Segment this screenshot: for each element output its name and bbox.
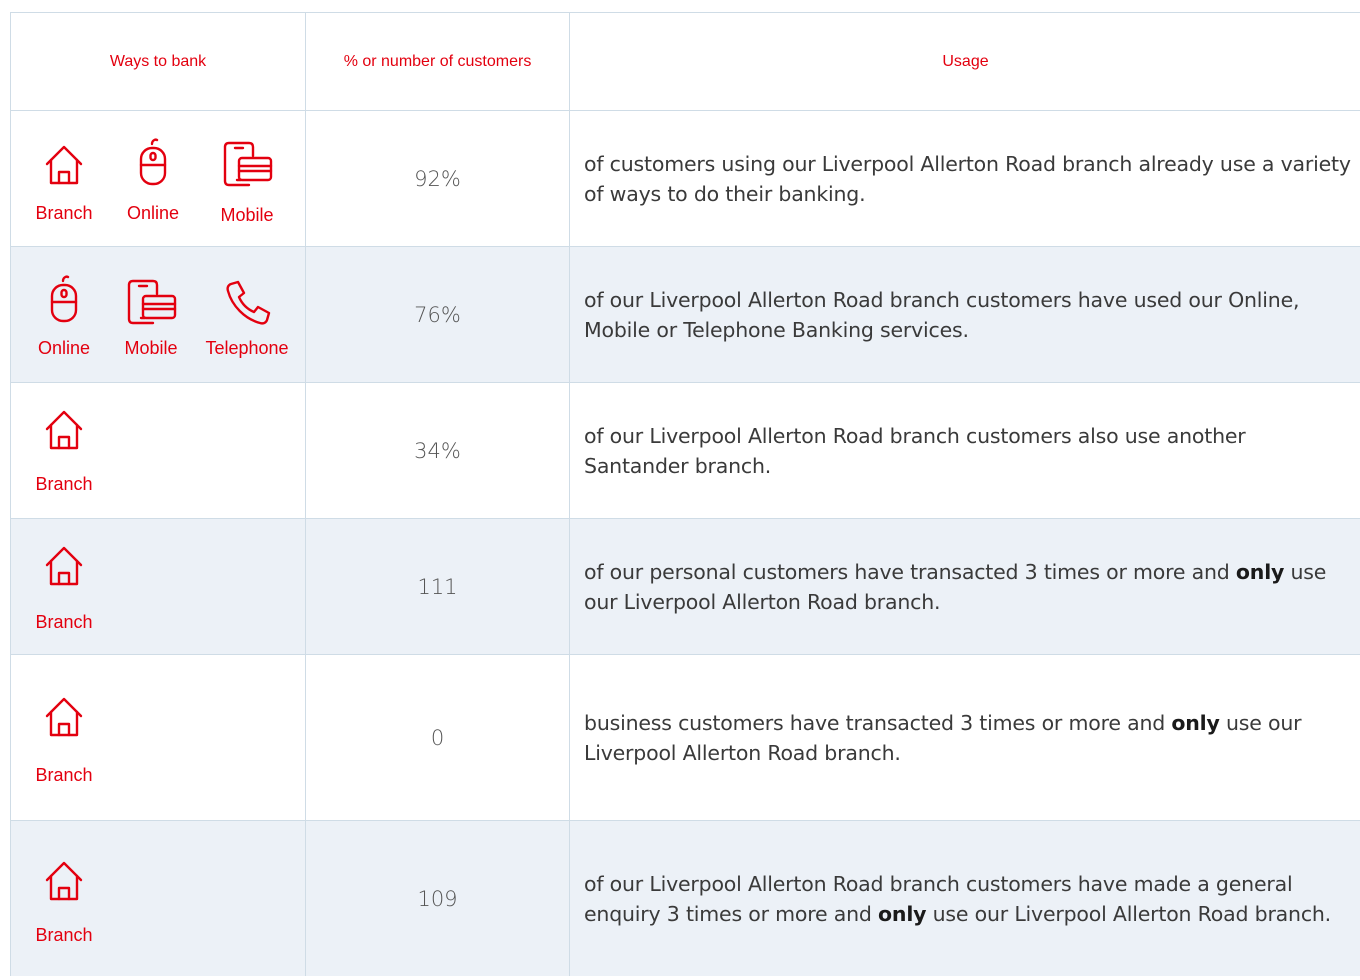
branch-item: Branch: [35, 695, 93, 785]
table-header-row: Ways to bank % or number of customers Us…: [11, 13, 1360, 111]
customer-value: 0: [430, 725, 445, 750]
customer-value: 111: [417, 574, 458, 599]
branch-icon: [45, 410, 83, 450]
telephone-label: Telephone: [205, 338, 289, 358]
table-row: Branch Online Mobile 92% of customers us…: [11, 111, 1360, 247]
online-item: Online: [38, 275, 90, 358]
mobile-label: Mobile: [124, 338, 178, 358]
customer-value: 34%: [414, 438, 461, 463]
emphasis-only: only: [878, 901, 927, 926]
table-row: Online Mobile Telephone 76% of our Liver…: [11, 247, 1360, 383]
branch-label: Branch: [35, 474, 93, 494]
online-item: Online: [127, 138, 179, 223]
online-label: Online: [126, 203, 180, 223]
mobile-item: Mobile: [219, 141, 275, 225]
branch-item: Branch: [35, 544, 93, 632]
icon-group: Branch: [11, 821, 305, 976]
customer-value: 109: [417, 886, 458, 911]
icon-group: Branch Online Mobile: [11, 111, 305, 246]
emphasis-only: only: [1235, 559, 1285, 584]
branch-icon: [45, 145, 83, 185]
branch-label: Branch: [35, 765, 93, 785]
customer-value: 92%: [414, 166, 461, 191]
telephone-item: Telephone: [205, 280, 289, 358]
icon-group: Branch: [11, 655, 305, 820]
online-mouse-icon: [139, 138, 167, 186]
telephone-icon: [226, 280, 271, 325]
usage-text: of our Liverpool Allerton Road branch cu…: [584, 871, 1332, 926]
branch-label: Branch: [35, 925, 93, 945]
mobile-card-icon: [223, 141, 273, 187]
online-mouse-icon: [50, 275, 78, 323]
usage-text: of customers using our Liverpool Allerto…: [584, 151, 1351, 206]
usage-text: business customers have transacted 3 tim…: [584, 710, 1302, 765]
customer-value: 76%: [414, 302, 461, 327]
table-row: Branch 0 business customers have transac…: [11, 655, 1360, 821]
branch-label: Branch: [35, 612, 93, 632]
mobile-card-icon: [127, 279, 177, 325]
mobile-item: Mobile: [123, 279, 179, 358]
branch-icon: [45, 546, 83, 586]
branch-item: Branch: [35, 143, 93, 223]
icon-group: Branch: [11, 383, 305, 518]
online-label: Online: [37, 338, 91, 358]
icon-group: Branch: [11, 519, 305, 654]
icon-group: Online Mobile Telephone: [11, 247, 305, 382]
usage-text: of our Liverpool Allerton Road branch cu…: [584, 287, 1300, 342]
ways-to-bank-table: Ways to bank % or number of customers Us…: [10, 12, 1360, 976]
header-usage: Usage: [942, 52, 989, 70]
emphasis-only: only: [1171, 710, 1220, 735]
header-ways-to-bank: Ways to bank: [11, 13, 306, 110]
branch-label: Branch: [35, 203, 93, 223]
branch-icon: [45, 861, 83, 901]
table-row: Branch 111 of our personal customers hav…: [11, 519, 1360, 655]
usage-text: of our personal customers have transacte…: [584, 559, 1327, 614]
header-percent-or-number: % or number of customers: [306, 13, 570, 110]
branch-item: Branch: [35, 408, 93, 494]
usage-text: of our Liverpool Allerton Road branch cu…: [584, 423, 1246, 478]
table-row: Branch 34% of our Liverpool Allerton Roa…: [11, 383, 1360, 519]
branch-icon: [45, 697, 83, 737]
mobile-label: Mobile: [220, 205, 274, 225]
branch-item: Branch: [35, 859, 93, 945]
table-row: Branch 109 of our Liverpool Allerton Roa…: [11, 821, 1360, 976]
